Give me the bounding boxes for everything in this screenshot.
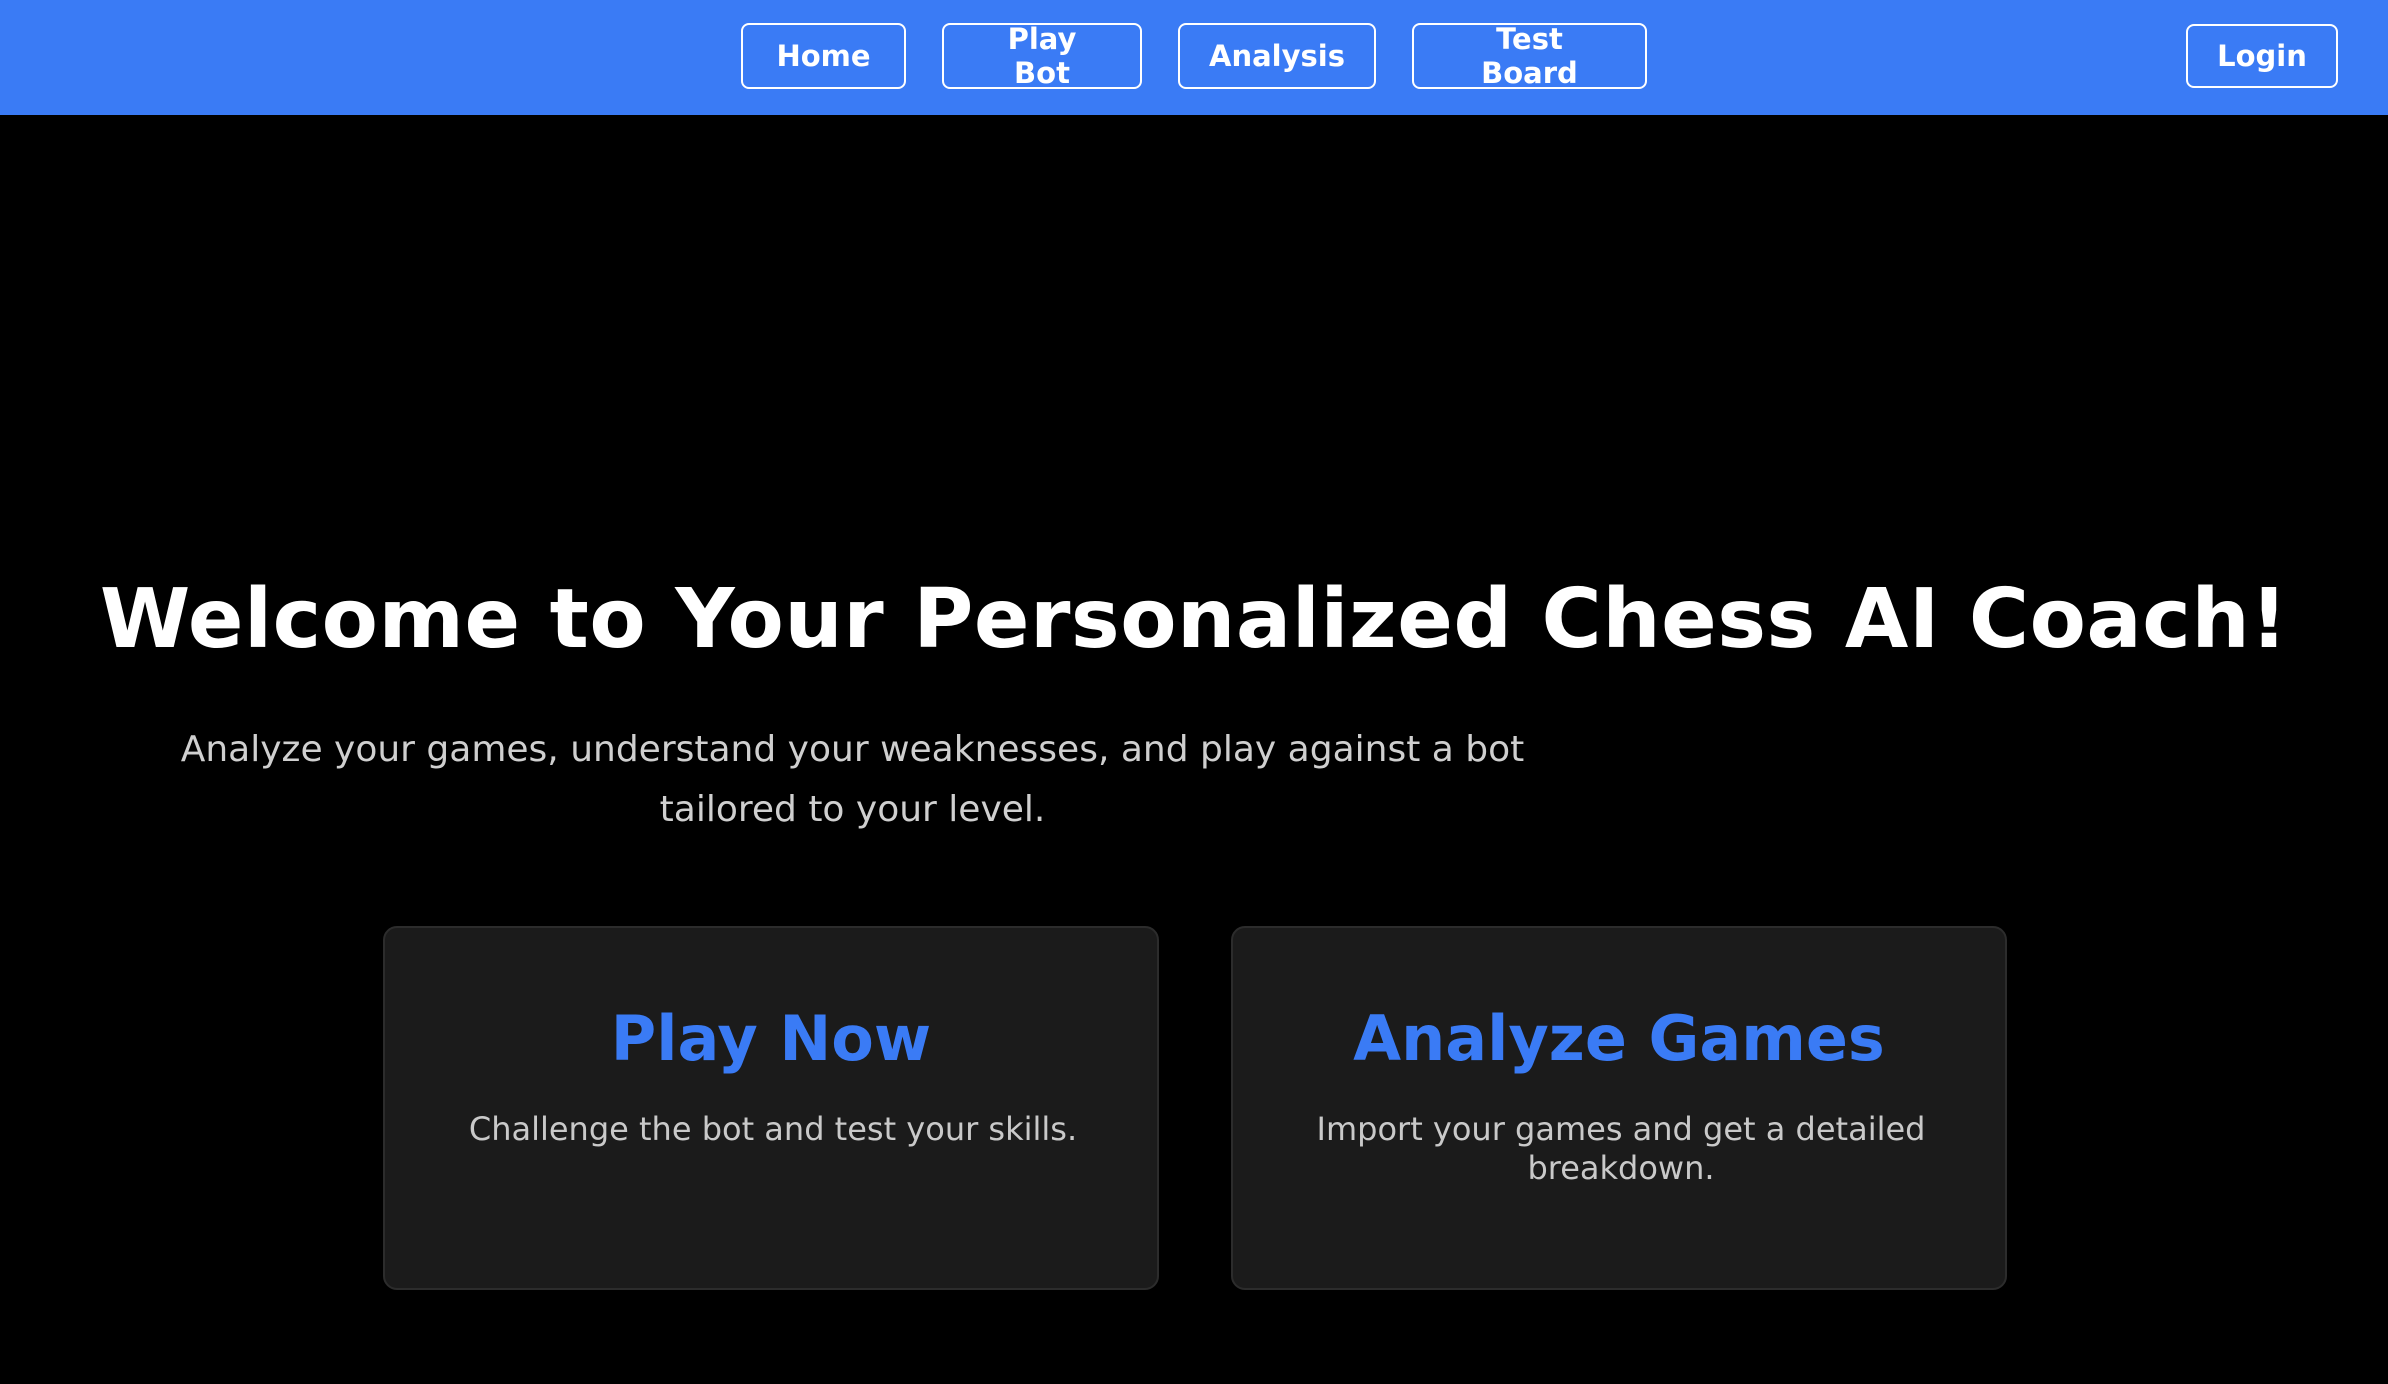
analyze-games-card-description: Import your games and get a detailed bre… <box>1316 1110 1926 1187</box>
nav-play-bot-button[interactable]: Play Bot <box>942 22 1142 90</box>
nav-test-board-button[interactable]: Test Board <box>1412 22 1647 90</box>
play-now-card-description: Challenge the bot and test your skills. <box>468 1110 1078 1148</box>
login-button[interactable]: Login <box>2186 24 2338 88</box>
nav-home-button[interactable]: Home <box>741 23 906 89</box>
play-now-card[interactable]: Play Now Challenge the bot and test your… <box>383 926 1159 1290</box>
main-nav: Home Play Bot Analysis Test Board <box>0 22 2388 90</box>
hero-title: Welcome to Your Personalized Chess AI Co… <box>99 572 2289 667</box>
analyze-games-card-title: Analyze Games <box>1353 1002 1885 1075</box>
hero-subtitle: Analyze your games, understand your weak… <box>180 729 1525 830</box>
top-navbar: Home Play Bot Analysis Test Board Login <box>0 0 2388 115</box>
analyze-games-card[interactable]: Analyze Games Import your games and get … <box>1231 926 2007 1290</box>
nav-analysis-button[interactable]: Analysis <box>1178 23 1376 89</box>
play-now-card-title: Play Now <box>610 1002 932 1075</box>
